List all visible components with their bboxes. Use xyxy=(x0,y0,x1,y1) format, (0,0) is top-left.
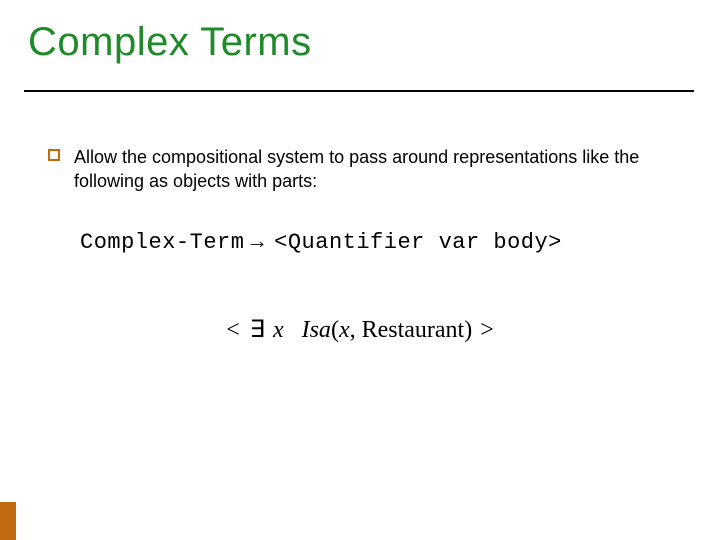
bullet-text: Allow the compositional system to pass a… xyxy=(74,145,668,194)
formula-arg2: Restaurant xyxy=(362,317,465,343)
angle-close: > xyxy=(480,317,494,343)
example-formula: < ∃ x Isa(x, Restaurant) > xyxy=(0,315,720,344)
formula-space xyxy=(290,317,296,343)
formula-pred: Isa xyxy=(302,317,331,343)
formula-lparen: ( xyxy=(331,317,339,343)
grammar-rhs: <Quantifier var body> xyxy=(274,230,562,255)
grammar-rule: Complex-Term→ <Quantifier var body> xyxy=(80,230,562,255)
grammar-lhs: Complex-Term xyxy=(80,230,244,255)
body-area: Allow the compositional system to pass a… xyxy=(48,145,668,194)
exists-symbol-icon: ∃ xyxy=(250,317,265,343)
accent-bar xyxy=(0,502,16,540)
formula-rparen: ) xyxy=(464,317,472,343)
slide: Complex Terms Allow the compositional sy… xyxy=(0,0,720,540)
formula-var: x xyxy=(273,317,284,343)
title-underline xyxy=(24,90,694,92)
grammar-arrow-icon: → xyxy=(250,230,264,255)
square-bullet-icon xyxy=(48,149,60,161)
formula-arg1: x xyxy=(339,317,350,343)
bullet-item: Allow the compositional system to pass a… xyxy=(48,145,668,194)
angle-open: < xyxy=(226,317,240,343)
slide-title: Complex Terms xyxy=(28,20,312,65)
